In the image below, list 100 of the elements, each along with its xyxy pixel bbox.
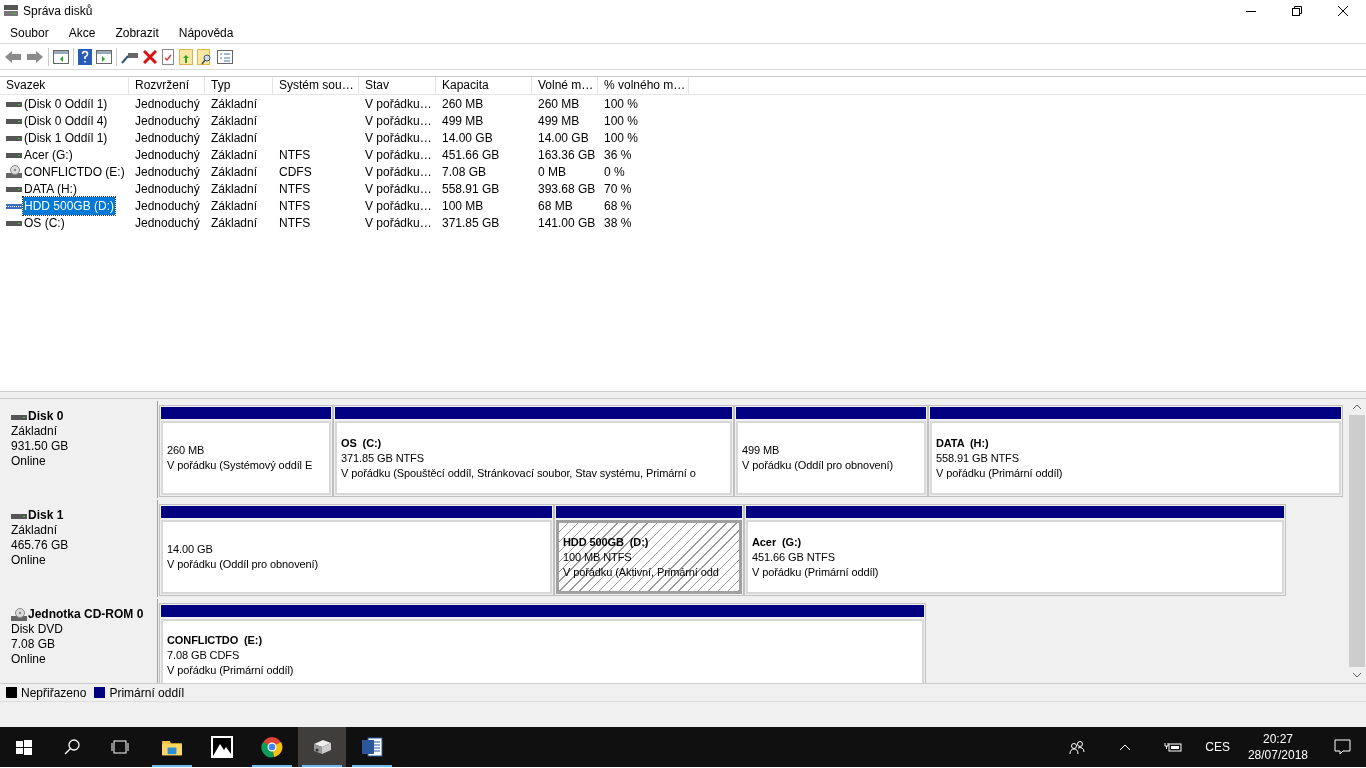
partition[interactable]: DATA (H:) 558.91 GB NTFS V pořádku (Primární oddíl) [930,421,1341,495]
cd-drive-icon [6,165,22,178]
language-indicator[interactable]: CES [1197,738,1238,756]
partition[interactable]: HDD 500GB (D:) 100 MB NTFS V pořádku (Aktivní, Primární odd [556,520,742,594]
table-cell-text: V pořádku… [365,180,432,198]
column-header[interactable]: Volné m… [532,77,598,94]
table-cell-text: 0 MB [538,163,566,181]
volume-name[interactable]: (Disk 0 Oddíl 4) [23,111,109,130]
disk-type: Disk DVD [11,622,64,637]
table-cell-text: 68 MB [538,197,573,215]
checklist-icon[interactable] [217,49,233,64]
column-header[interactable]: Kapacita [436,77,532,94]
table-cell-text: 163.36 GB [538,146,596,164]
partition[interactable]: 14.00 GB V pořádku (Oddíl pro obnovení) [161,520,552,594]
clock[interactable]: 20:27 28/07/2018 [1237,731,1318,763]
table-cell-text: V pořádku… [365,146,432,164]
document-app-icon [361,736,383,758]
volume-name[interactable]: HDD 500GB (D:) [23,196,116,215]
partition[interactable]: Acer (G:) 451.66 GB NTFS V pořádku (Primární oddíl) [746,520,1284,594]
table-cell-text: Jednoduchý [135,112,200,130]
menu-item[interactable]: Nápověda [168,21,244,44]
column-header[interactable]: Systém sou… [273,77,359,94]
table-cell-text: 260 MB [538,95,580,113]
table-cell-text: 100 % [604,95,639,113]
volume-name[interactable]: OS (C:) [23,213,66,232]
table-cell-text: 260 MB [442,95,484,113]
table-cell-text: 100 % [604,112,639,130]
disk-size: 931.50 GB [11,439,70,454]
disk-name: Disk 0 [28,409,64,424]
partition[interactable]: 499 MB V pořádku (Oddíl pro obnovení) [736,421,926,495]
table-cell-text: Jednoduchý [135,180,200,198]
column-header[interactable]: Svazek [0,77,129,94]
table-cell-text: Základní [211,214,258,232]
back-arrow-icon[interactable] [4,49,22,64]
clock-date: 28/07/2018 [1247,747,1308,763]
table-cell-text: NTFS [279,146,311,164]
table-cell-text: 451.66 GB [442,146,500,164]
cd-drive-icon [11,608,27,621]
volume-name[interactable]: CONFLICTDO (E:) [23,162,126,181]
table-cell-text: 558.91 GB [442,180,500,198]
partition-label: DATA (H:) [936,435,989,451]
table-cell-text: V pořádku… [365,95,432,113]
forward-arrow-icon[interactable] [26,49,44,64]
round-logo-icon [261,736,283,758]
table-cell-text: V pořádku… [365,129,432,147]
folder-search-icon[interactable] [197,48,213,65]
table-cell-text: 0 % [604,163,625,181]
close-icon [1338,6,1348,16]
column-header[interactable]: Typ [205,77,273,94]
menu-item[interactable]: Soubor [0,21,59,44]
partition-size: 7.08 GB CDFS [167,647,240,663]
column-header[interactable]: Stav [359,77,436,94]
legend-label: Nepřiřazeno [21,684,87,702]
table-cell-text: 14.00 GB [442,129,493,147]
table-cell-text: 70 % [604,180,632,198]
volume-name[interactable]: (Disk 1 Oddíl 1) [23,128,109,147]
table-cell-text: Základní [211,180,258,198]
table-cell-text: 141.00 GB [538,214,596,232]
table-cell-text: NTFS [279,214,311,232]
table-cell-text: V pořádku… [365,163,432,181]
partition-status: V pořádku (Systémový oddíl E [167,458,313,473]
panel-icon[interactable] [53,49,69,64]
partition[interactable]: 260 MB V pořádku (Systémový oddíl E [161,421,331,495]
table-cell-text: NTFS [279,197,311,215]
volume-name[interactable]: Acer (G:) [23,145,74,164]
table-cell-text: 7.08 GB [442,163,487,181]
partition-size: 499 MB [742,443,780,458]
message-icon [1333,739,1351,755]
column-header[interactable]: Rozvržení [129,77,205,94]
volume-name[interactable]: DATA (H:) [23,179,78,198]
menu-item[interactable]: Akce [58,21,106,44]
table-cell-text: Základní [211,163,258,181]
table-cell-text: 36 % [604,146,632,164]
partition-status: V pořádku (Primární oddíl) [752,564,879,580]
table-cell-text: 14.00 GB [538,129,589,147]
window-title: Správa disků [23,3,93,20]
disk-size: 7.08 GB [11,637,57,652]
scrollbar-thumb[interactable] [1349,415,1365,667]
checked-document-icon[interactable] [161,48,175,65]
table-cell-text: Jednoduchý [135,197,200,215]
table-cell-text: Základní [211,95,258,113]
help-icon[interactable] [78,48,92,65]
table-cell-text: V pořádku… [365,197,432,215]
table-cell-text: Základní [211,197,258,215]
partition-status: V pořádku (Oddíl pro obnovení) [167,557,319,572]
panel-icon[interactable] [96,49,112,64]
partition-label: Acer (G:) [752,534,802,550]
chevron-up-icon [1119,743,1132,751]
table-cell-text: Základní [211,146,258,164]
column-header[interactable]: % volného m… [598,77,689,94]
table-cell-text: Základní [211,129,258,147]
menu-item[interactable]: Zobrazit [105,21,169,44]
delete-icon[interactable] [143,49,157,64]
taskbar-app-button[interactable] [298,727,346,767]
partition[interactable]: CONFLICTDO (E:) 7.08 GB CDFS V pořádku (Primární oddíl) [161,619,924,683]
table-cell-text: Jednoduchý [135,163,200,181]
volume-name[interactable]: (Disk 0 Oddíl 1) [23,94,109,113]
table-cell-text: V pořádku… [365,214,432,232]
partition[interactable]: OS (C:) 371.85 GB NTFS V pořádku (Spouštěcí oddíl, Stránkovací soubor, Stav systému, Primární o [335,421,732,495]
disk-drive-icon [3,4,19,18]
